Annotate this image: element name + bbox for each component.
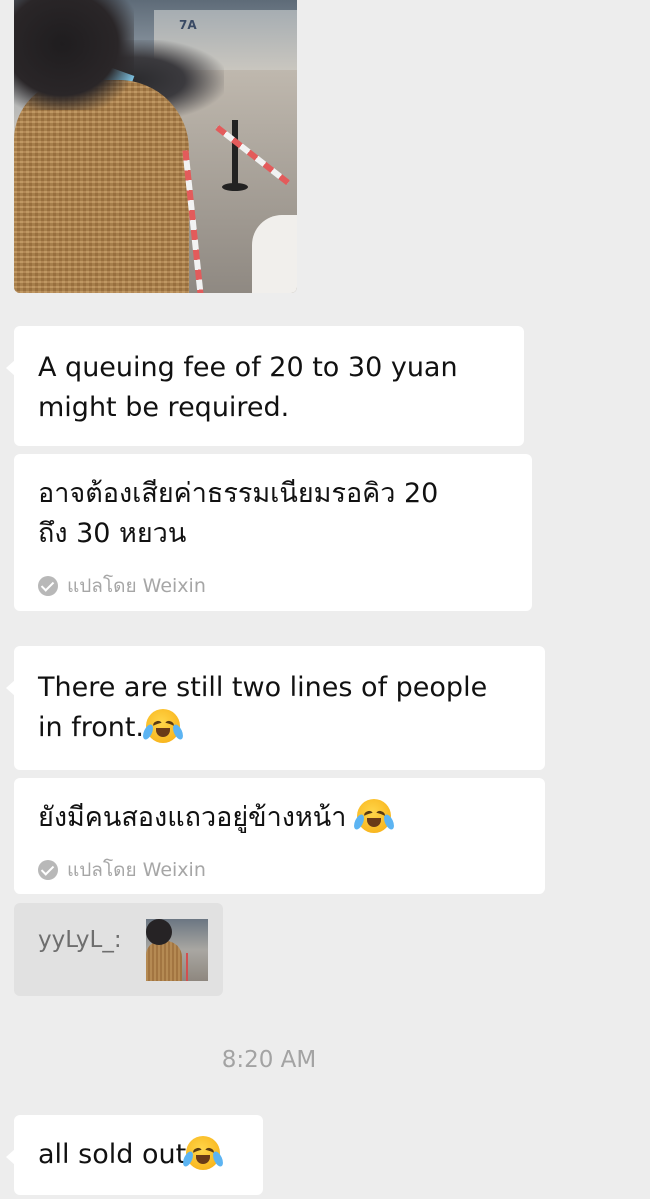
translation-text-line-with-emoji: ยังมีคนสองแถวอยู่ข้างหน้า: [38, 798, 521, 838]
translated-by-label: แปลโดย Weixin: [38, 850, 206, 890]
photo-post-base: [222, 183, 248, 191]
translation-text-line: ยังมีคนสองแถวอยู่ข้างหน้า: [38, 802, 355, 833]
message-text-line: in front.: [38, 712, 145, 743]
check-circle-icon: [38, 860, 58, 880]
translated-by-label: แปลโดย Weixin: [38, 566, 206, 606]
message-text-line-with-emoji: in front.: [38, 708, 521, 748]
photo-hair: [14, 0, 134, 110]
translation-text-line: อาจต้องเสียค่าธรรมเนียมรอคิว 20: [38, 478, 439, 509]
photo-sign-text: 7A: [179, 18, 197, 32]
crying-laughing-emoji-icon: [351, 799, 396, 833]
message-text-line: might be required.: [38, 392, 290, 423]
crying-laughing-emoji-icon: [141, 709, 186, 743]
message-bubble[interactable]: all sold out: [6, 1115, 263, 1195]
message-bubble[interactable]: There are still two lines of people in f…: [6, 646, 545, 770]
photo-message[interactable]: 7A: [14, 0, 297, 293]
message-bubble[interactable]: A queuing fee of 20 to 30 yuan might be …: [6, 326, 524, 446]
translated-by-text: แปลโดย Weixin: [67, 575, 206, 597]
message-text-line: There are still two lines of people: [38, 672, 488, 703]
message-text: all sold out: [38, 1139, 187, 1170]
message-timestamp: 8:20 AM: [221, 1047, 317, 1073]
quoted-message[interactable]: yyLyL_:: [14, 903, 223, 996]
quoted-image-thumbnail[interactable]: [146, 919, 208, 981]
translated-by-text: แปลโดย Weixin: [67, 859, 206, 881]
photo-sweater-texture: [14, 80, 189, 293]
message-text-line: A queuing fee of 20 to 30 yuan: [38, 352, 458, 383]
photo-white-object: [252, 215, 297, 293]
thumbnail-sweater: [146, 941, 182, 981]
quoted-sender: yyLyL_:: [38, 927, 122, 953]
translation-text-line: ถึง 30 หยวน: [38, 518, 187, 549]
translation-bubble[interactable]: อาจต้องเสียค่าธรรมเนียมรอคิว 20 ถึง 30 ห…: [14, 454, 532, 611]
message-text-line-with-emoji: all sold out: [38, 1135, 239, 1175]
thumbnail-hair: [146, 919, 172, 945]
crying-laughing-emoji-icon: [181, 1136, 226, 1170]
thumbnail-rope: [186, 953, 188, 981]
photo-post: [232, 120, 238, 190]
check-circle-icon: [38, 576, 58, 596]
translation-bubble[interactable]: ยังมีคนสองแถวอยู่ข้างหน้า แปลโดย Weixin: [14, 778, 545, 894]
